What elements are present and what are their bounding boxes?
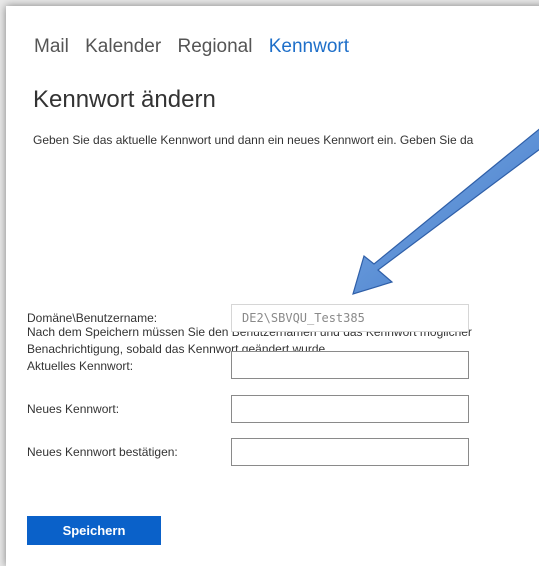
confirm-password-input[interactable] xyxy=(231,438,469,466)
options-panel: Mail Kalender Regional Kennwort Kennwort… xyxy=(6,6,539,566)
domain-username-field: DE2\SBVQU_Test385 xyxy=(231,304,469,332)
current-password-input[interactable] xyxy=(231,351,469,379)
confirm-password-label: Neues Kennwort bestätigen: xyxy=(27,445,178,459)
new-password-label: Neues Kennwort: xyxy=(27,402,120,416)
save-button[interactable]: Speichern xyxy=(27,516,161,545)
nav-kalender[interactable]: Kalender xyxy=(85,36,161,57)
options-nav: Mail Kalender Regional Kennwort xyxy=(34,36,360,58)
nav-mail[interactable]: Mail xyxy=(34,36,69,57)
current-password-label: Aktuelles Kennwort: xyxy=(27,359,134,373)
nav-regional[interactable]: Regional xyxy=(177,36,252,57)
domain-label: Domäne\Benutzername: xyxy=(27,311,158,325)
page-title: Kennwort ändern xyxy=(33,86,216,113)
intro-text: Geben Sie das aktuelle Kennwort und dann… xyxy=(33,133,474,147)
nav-kennwort[interactable]: Kennwort xyxy=(269,36,349,57)
new-password-input[interactable] xyxy=(231,395,469,423)
